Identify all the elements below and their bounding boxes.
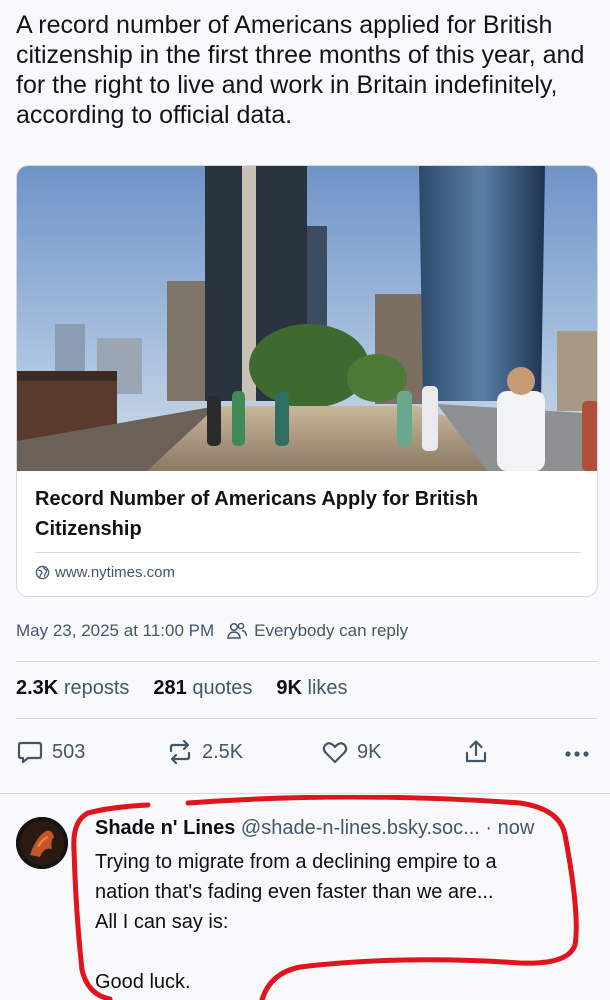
reply-count: 503 (52, 740, 86, 763)
avatar[interactable] (16, 817, 68, 869)
reply-line: All I can say is: (95, 911, 229, 933)
repost-count: 2.5K (202, 740, 244, 763)
post-meta: May 23, 2025 at 11:00 PM Everybody can r… (16, 621, 408, 641)
reply-button[interactable]: 503 (16, 738, 85, 766)
link-card-divider (35, 552, 581, 553)
reply-line: nation that's fading even faster than we… (95, 881, 494, 903)
repost-button[interactable]: 2.5K (166, 738, 243, 766)
section-divider (0, 793, 610, 794)
likes-label: likes (307, 677, 348, 699)
likes-stat[interactable]: 9K likes (276, 677, 347, 700)
post-text: A record number of Americans applied for… (16, 11, 585, 129)
reposts-label: reposts (63, 677, 130, 699)
link-card-domain-text: www.nytimes.com (55, 564, 176, 581)
reply-line (95, 937, 595, 967)
divider (16, 661, 598, 662)
link-card[interactable]: Record Number of Americans Apply for Bri… (16, 165, 598, 597)
people-icon (227, 622, 248, 639)
reply-time: · now (485, 817, 535, 839)
like-button[interactable]: 9K (321, 738, 381, 766)
reply-text: Trying to migrate from a declining empir… (95, 847, 595, 997)
repost-icon (169, 739, 191, 765)
reply-post[interactable]: Shade n' Lines @shade-n-lines.bsky.soc..… (0, 795, 610, 1000)
quotes-label: quotes (192, 677, 253, 699)
engagement-stats: 2.3K reposts 281 quotes 9K likes (16, 677, 372, 700)
more-options-button[interactable] (564, 744, 590, 764)
post-timestamp: May 23, 2025 at 11:00 PM (16, 621, 215, 640)
link-card-image (17, 166, 597, 471)
link-card-title[interactable]: Record Number of Americans Apply for Bri… (35, 484, 575, 544)
globe-icon (35, 565, 50, 580)
link-card-domain: www.nytimes.com (35, 564, 175, 581)
ellipsis-icon (565, 751, 589, 757)
reply-setting[interactable]: Everybody can reply (254, 621, 408, 641)
speech-bubble-icon (17, 741, 43, 764)
author-name[interactable]: Shade n' Lines (95, 817, 235, 839)
like-count: 9K (357, 740, 382, 763)
share-icon (465, 740, 487, 763)
reposts-count: 2.3K (16, 677, 59, 699)
reply-line: Good luck. (95, 971, 191, 993)
quotes-stat[interactable]: 281 quotes (153, 677, 252, 700)
reposts-stat[interactable]: 2.3K reposts (16, 677, 129, 700)
reply-header: Shade n' Lines @shade-n-lines.bsky.soc..… (95, 817, 605, 840)
share-button[interactable] (462, 738, 490, 766)
likes-count: 9K (276, 677, 302, 699)
quotes-count: 281 (153, 677, 187, 699)
author-handle[interactable]: @shade-n-lines.bsky.soc... (241, 817, 480, 839)
heart-icon (322, 742, 348, 764)
post-actions: 503 2.5K 9K (16, 738, 596, 770)
divider (16, 718, 598, 719)
reply-line: Trying to migrate from a declining empir… (95, 851, 497, 873)
